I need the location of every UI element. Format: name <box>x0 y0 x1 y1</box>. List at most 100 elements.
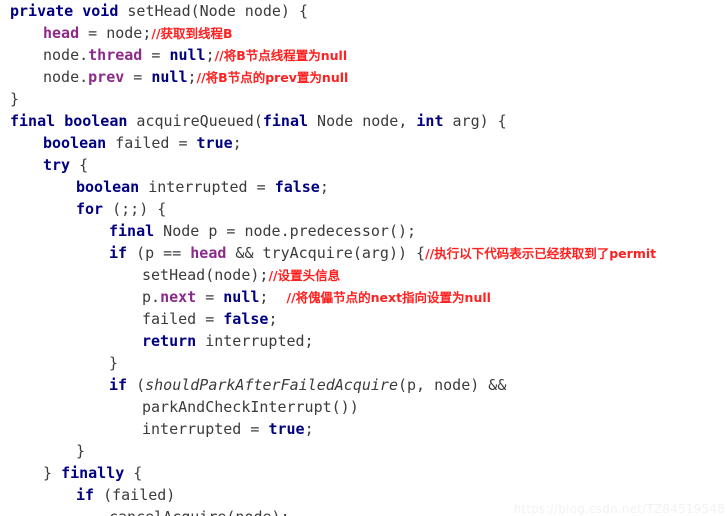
code-text: acquireQueued( <box>127 112 263 130</box>
code-field: thread <box>88 46 143 64</box>
code-text: parkAndCheckInterrupt()) <box>142 398 359 416</box>
code-line: boolean failed = true; <box>0 132 727 154</box>
code-text: (p, node) && <box>398 376 507 394</box>
code-comment: //执行以下代码表示已经获取到了permit <box>425 246 657 261</box>
code-text: = <box>196 288 224 306</box>
code-keyword: true <box>268 420 305 438</box>
code-keyword: false <box>223 310 269 328</box>
code-line: failed = false; <box>0 308 727 330</box>
code-line: } <box>0 88 727 110</box>
code-text: setHead(node); <box>142 266 269 284</box>
code-block: private void setHead(Node node) {head = … <box>0 0 727 516</box>
code-line: node.thread = null;//将B节点线程置为null <box>0 44 727 66</box>
code-keyword: if <box>109 244 128 262</box>
code-line: p.next = null; //将傀儡节点的next指向设置为null <box>0 286 727 308</box>
code-text: ; <box>232 134 242 152</box>
code-line: } <box>0 440 727 462</box>
code-keyword: false <box>274 178 320 196</box>
code-line: private void setHead(Node node) { <box>0 0 727 22</box>
code-text: Node p = node.predecessor(); <box>154 222 417 240</box>
code-keyword: private <box>10 2 74 20</box>
code-text: failed = <box>142 310 224 328</box>
code-text: (failed) <box>94 486 176 504</box>
code-text: (p == <box>127 244 191 262</box>
code-text: = <box>142 46 170 64</box>
code-text: } <box>76 442 86 460</box>
code-text: = <box>124 68 152 86</box>
code-screenshot: private void setHead(Node node) {head = … <box>0 0 727 516</box>
code-comment: //设置头信息 <box>268 268 341 283</box>
code-keyword: null <box>169 46 206 64</box>
code-keyword: null <box>223 288 260 306</box>
code-line: try { <box>0 154 727 176</box>
code-keyword: void <box>82 2 119 20</box>
code-text: node. <box>43 46 89 64</box>
code-text: setHead(Node node) { <box>118 2 309 20</box>
code-text: interrupted = <box>142 420 269 438</box>
code-text: p. <box>142 288 161 306</box>
code-field: head <box>43 24 80 42</box>
code-line: node.prev = null;//将B节点的prev置为null <box>0 66 727 88</box>
code-comment: //将B节点线程置为null <box>214 48 348 63</box>
code-line: head = node;//获取到线程B <box>0 22 727 44</box>
code-text: ; <box>319 178 329 196</box>
code-line: boolean interrupted = false; <box>0 176 727 198</box>
code-keyword: null <box>151 68 188 86</box>
code-field: prev <box>88 68 125 86</box>
code-line: if (p == head && tryAcquire(arg)) {//执行以… <box>0 242 727 264</box>
code-line: } <box>0 352 727 374</box>
code-keyword: try <box>43 156 71 174</box>
code-text: arg) { <box>443 112 507 130</box>
watermark-text: https://blog.csdn.net/TZ84519548 <box>513 502 725 516</box>
code-text: ; <box>268 310 278 328</box>
code-text: interrupted; <box>196 332 314 350</box>
code-line: parkAndCheckInterrupt()) <box>0 396 727 418</box>
code-method-name: shouldParkAfterFailedAcquire <box>145 376 398 394</box>
code-text: = node; <box>79 24 152 42</box>
code-text: ; <box>259 288 287 306</box>
code-line: } finally { <box>0 462 727 484</box>
code-line: final boolean acquireQueued(final Node n… <box>0 110 727 132</box>
code-keyword: boolean <box>64 112 128 130</box>
code-text: ; <box>304 420 314 438</box>
code-keyword: finally <box>61 464 125 482</box>
code-keyword: final <box>10 112 56 130</box>
code-keyword: final <box>109 222 155 240</box>
code-text: cancelAcquire(node); <box>109 508 290 516</box>
code-text: ( <box>127 376 146 394</box>
code-keyword: boolean <box>43 134 107 152</box>
code-comment: //将B节点的prev置为null <box>196 70 349 85</box>
code-text: (;;) { <box>103 200 167 218</box>
code-text: ; <box>205 46 215 64</box>
code-keyword: int <box>416 112 444 130</box>
code-keyword: if <box>109 376 128 394</box>
code-keyword: true <box>196 134 233 152</box>
code-text: && tryAcquire(arg)) { <box>226 244 426 262</box>
code-text: } <box>109 354 119 372</box>
code-text: } <box>10 90 20 108</box>
code-field: next <box>160 288 197 306</box>
code-keyword: return <box>142 332 197 350</box>
code-keyword: final <box>262 112 309 130</box>
code-text: { <box>124 464 143 482</box>
code-line: for (;;) { <box>0 198 727 220</box>
code-comment: //获取到线程B <box>151 26 233 41</box>
code-keyword: for <box>76 200 104 218</box>
code-text: node. <box>43 68 89 86</box>
code-text: { <box>70 156 89 174</box>
code-line: final Node p = node.predecessor(); <box>0 220 727 242</box>
code-text: ; <box>187 68 197 86</box>
code-text: interrupted = <box>139 178 275 196</box>
code-text: Node node, <box>308 112 417 130</box>
code-line: interrupted = true; <box>0 418 727 440</box>
code-text: failed = <box>106 134 197 152</box>
code-comment: //将傀儡节点的next指向设置为null <box>286 290 491 305</box>
code-keyword: boolean <box>76 178 140 196</box>
code-line: return interrupted; <box>0 330 727 352</box>
code-line: if (shouldParkAfterFailedAcquire(p, node… <box>0 374 727 396</box>
code-field: head <box>190 244 227 262</box>
code-line: setHead(node);//设置头信息 <box>0 264 727 286</box>
code-text: } <box>43 464 62 482</box>
